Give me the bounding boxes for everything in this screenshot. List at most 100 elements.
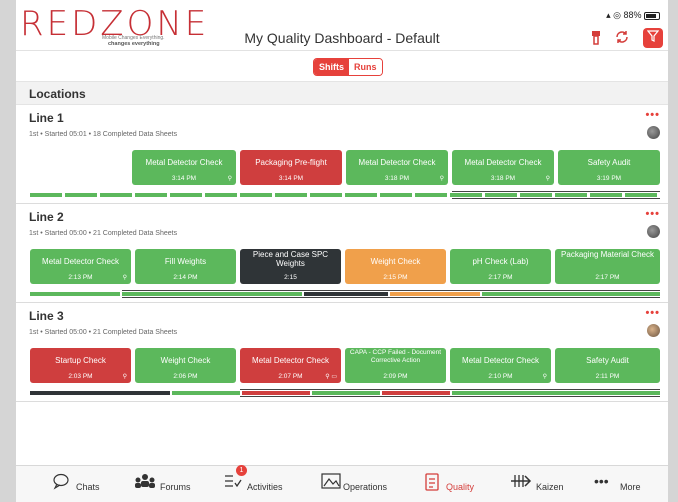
attachment-icon: ⚲	[122, 374, 127, 380]
data-sheet-card[interactable]: Piece and Case SPC Weights 2:15	[240, 249, 341, 284]
page-title: My Quality Dashboard - Default	[244, 30, 440, 46]
battery-icon	[644, 11, 660, 20]
data-sheet-card[interactable]: Fill Weights 2:14 PM	[135, 249, 236, 284]
quality-icon	[424, 472, 440, 497]
card-time: 2:10 PM	[488, 373, 513, 380]
data-sheet-card[interactable]: pH Check (Lab) 2:17 PM	[450, 249, 551, 284]
card-name: Fill Weights	[164, 257, 207, 266]
data-sheet-card[interactable]: Weight Check 2:15 PM	[345, 249, 446, 284]
timeline-divider	[122, 290, 660, 291]
flashlight-icon[interactable]	[586, 30, 606, 50]
filter-button[interactable]	[643, 28, 663, 48]
refresh-icon[interactable]	[612, 30, 632, 50]
timeline-divider	[122, 297, 660, 298]
data-sheet-card[interactable]: Metal Detector Check 2:07 PM ⚲ ▭	[240, 348, 341, 383]
card-name: CAPA - CCP Failed - Document Corrective …	[349, 349, 442, 364]
line-section-3: Line 3 ••• 1st • Started 05:00 • 21 Comp…	[16, 303, 668, 402]
card-name: Metal Detector Check	[42, 257, 119, 266]
tab-chats[interactable]: Chats	[52, 466, 112, 502]
timeline-divider	[452, 191, 660, 192]
card-name: Metal Detector Check	[145, 158, 223, 167]
card-time: 2:14 PM	[173, 274, 198, 281]
card-time: 3:14 PM	[278, 175, 304, 182]
tab-label: Quality	[446, 482, 475, 492]
card-time: 2:13 PM	[68, 274, 93, 281]
line-title[interactable]: Line 1	[29, 111, 64, 125]
card-name: Packaging Pre-flight	[255, 158, 327, 167]
operations-icon	[321, 472, 341, 495]
data-sheet-card[interactable]: Weight Check 2:06 PM	[135, 348, 236, 383]
avatar	[647, 225, 660, 238]
card-name: Packaging Material Check	[561, 250, 654, 259]
card-name: Metal Detector Check	[464, 158, 542, 167]
timeline-divider	[240, 389, 660, 390]
status-bar: ▴ ◎ 88%	[606, 10, 660, 21]
line-section-2: Line 2 ••• 1st • Started 05:00 • 21 Comp…	[16, 204, 668, 303]
card-name: Metal Detector Check	[252, 356, 329, 365]
tab-quality[interactable]: Quality	[424, 466, 494, 502]
status-timeline-bar	[30, 193, 660, 197]
card-name: Safety Audit	[586, 356, 629, 365]
card-time: 2:17 PM	[595, 274, 620, 281]
notification-badge: 1	[236, 465, 247, 476]
card-time: 3:14 PM	[171, 175, 197, 182]
data-sheet-card[interactable]: Metal Detector Check 2:13 PM ⚲	[30, 249, 131, 284]
data-sheet-card[interactable]: Metal Detector Check 3:18 PM ⚲	[346, 150, 448, 185]
tab-label: More	[620, 482, 641, 492]
card-time: 2:06 PM	[173, 373, 198, 380]
tab-label: Chats	[76, 482, 100, 492]
wifi-icon: ▴ ◎	[606, 10, 621, 20]
attachment-icon: ⚲	[545, 176, 550, 182]
status-timeline-bar	[312, 391, 380, 395]
card-time: 3:18 PM	[490, 175, 516, 182]
data-sheet-card[interactable]: Metal Detector Check 3:18 PM ⚲	[452, 150, 554, 185]
data-sheet-card[interactable]: Metal Detector Check 2:10 PM ⚲	[450, 348, 551, 383]
data-sheet-card[interactable]: Packaging Material Check 2:17 PM	[555, 249, 660, 284]
status-timeline-bar	[172, 391, 240, 395]
card-name: Metal Detector Check	[358, 158, 436, 167]
filter-icon	[646, 30, 660, 42]
card-time: 2:15 PM	[383, 274, 408, 281]
status-timeline-bar	[30, 292, 120, 296]
shifts-runs-toggle: Shifts Runs	[313, 58, 383, 76]
tab-more[interactable]: ••• More	[594, 466, 654, 502]
data-sheet-card[interactable]: CAPA - CCP Failed - Document Corrective …	[345, 348, 446, 383]
status-timeline-bar	[30, 391, 170, 395]
more-options-icon[interactable]: •••	[645, 208, 660, 220]
timeline-divider	[452, 198, 660, 199]
data-sheet-card[interactable]: Safety Audit 3:19 PM	[558, 150, 660, 185]
tab-operations[interactable]: Operations	[321, 466, 401, 502]
tab-runs[interactable]: Runs	[349, 59, 382, 75]
card-name: Safety Audit	[587, 158, 631, 167]
line-title[interactable]: Line 2	[29, 210, 64, 224]
more-options-icon[interactable]: •••	[645, 307, 660, 319]
data-sheet-card[interactable]: Metal Detector Check 3:14 PM ⚲	[132, 150, 236, 185]
data-sheet-card[interactable]: Packaging Pre-flight 3:14 PM	[240, 150, 342, 185]
card-time: 3:18 PM	[384, 175, 410, 182]
line-title[interactable]: Line 3	[29, 309, 64, 323]
card-time: 2:03 PM	[68, 373, 93, 380]
bottom-tab-bar: Chats Forums 1 Activities Operations Qua…	[16, 465, 668, 502]
tab-label: Activities	[247, 482, 283, 492]
line-subtitle: 1st • Started 05:00 • 21 Completed Data …	[29, 329, 178, 336]
card-time: 2:17 PM	[488, 274, 513, 281]
attachment-icon: ⚲	[542, 374, 547, 380]
battery-level: 88%	[623, 10, 642, 20]
tab-label: Operations	[343, 482, 388, 492]
chat-icon	[52, 472, 72, 495]
status-timeline-bar	[304, 292, 388, 296]
status-timeline-bar	[390, 292, 480, 296]
tab-shifts[interactable]: Shifts	[314, 59, 350, 75]
tab-forums[interactable]: Forums	[134, 466, 204, 502]
more-options-icon[interactable]: •••	[645, 109, 660, 121]
tab-activities[interactable]: 1 Activities	[223, 465, 303, 502]
data-sheet-card[interactable]: Safety Audit 2:11 PM	[555, 348, 660, 383]
ipad-screen: REDZONE Mobile Changes Everything. chang…	[16, 0, 668, 502]
forums-icon	[134, 472, 156, 495]
kaizen-icon	[510, 472, 532, 495]
attachment-icon: ⚲	[122, 275, 127, 281]
data-sheet-card[interactable]: Startup Check 2:03 PM ⚲	[30, 348, 131, 383]
tab-kaizen[interactable]: Kaizen	[510, 466, 580, 502]
status-timeline-bar	[382, 391, 450, 395]
line-subtitle: 1st • Started 05:00 • 21 Completed Data …	[29, 230, 178, 237]
